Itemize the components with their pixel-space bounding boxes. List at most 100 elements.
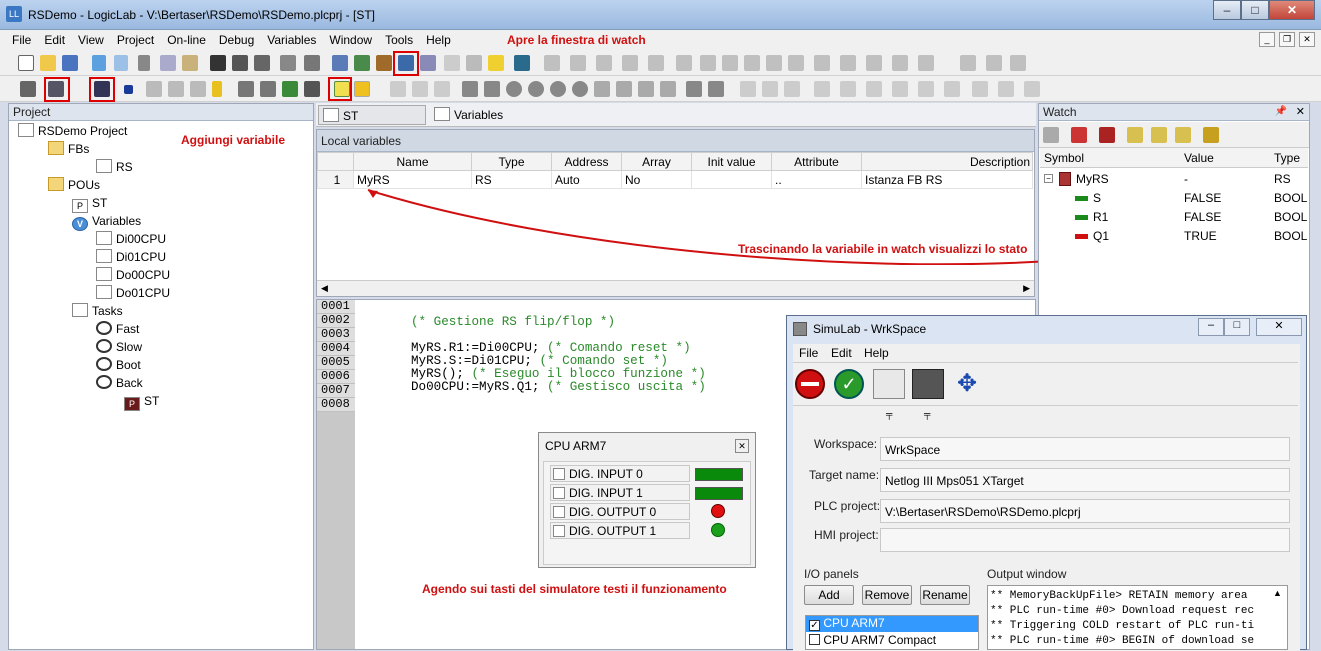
plc-project-field[interactable]: V:\Bertaser\RSDemo\RSDemo.plcprj xyxy=(880,499,1290,523)
watch-col-type[interactable]: Type xyxy=(1274,151,1300,165)
workspace-field[interactable]: WrkSpace xyxy=(880,437,1290,461)
simulab-minimize-button[interactable]: – xyxy=(1198,318,1224,336)
ladder-icon[interactable] xyxy=(596,55,612,71)
tree-task[interactable]: Fast xyxy=(96,321,139,337)
paste-icon[interactable] xyxy=(182,55,198,71)
debug-icon[interactable] xyxy=(238,81,254,97)
ladder-icon[interactable] xyxy=(766,55,782,71)
tree-back-st[interactable]: P ST xyxy=(124,393,159,411)
graph-icon[interactable] xyxy=(420,55,436,71)
output-window[interactable]: ** MemoryBackUpFile> RETAIN memory area … xyxy=(987,585,1288,650)
fullscreen-icon[interactable]: ✥ xyxy=(951,369,983,399)
block-icon[interactable] xyxy=(484,81,500,97)
io-row[interactable]: DIG. OUTPUT 0 xyxy=(550,503,690,520)
minimize-button[interactable]: – xyxy=(1213,0,1241,20)
menu-debug[interactable]: Debug xyxy=(219,33,254,47)
collapse-icon[interactable]: − xyxy=(1044,174,1053,183)
col-array[interactable]: Array xyxy=(621,152,692,171)
block-icon[interactable] xyxy=(462,81,478,97)
checkbox-icon[interactable] xyxy=(809,634,820,645)
ladder-icon[interactable] xyxy=(814,55,830,71)
debug-icon[interactable] xyxy=(282,81,298,97)
simulab-menu-help[interactable]: Help xyxy=(864,346,889,360)
sfc-icon[interactable] xyxy=(918,81,934,97)
lightning-icon[interactable] xyxy=(212,81,222,97)
sfc-icon[interactable] xyxy=(892,81,908,97)
tree-variables[interactable]: V Variables xyxy=(72,213,141,231)
block-icon[interactable] xyxy=(506,81,522,97)
ladder-icon[interactable] xyxy=(892,55,908,71)
remove-variable-icon[interactable] xyxy=(354,81,370,97)
tree-root[interactable]: RSDemo Project xyxy=(18,123,127,139)
menu-window[interactable]: Window xyxy=(329,33,372,47)
grid-icon[interactable] xyxy=(960,55,976,71)
sfc-icon[interactable] xyxy=(762,81,778,97)
redo-icon[interactable] xyxy=(114,55,128,71)
tree-fbs[interactable]: FBs xyxy=(48,141,89,157)
step-icon[interactable] xyxy=(168,81,184,97)
menu-edit[interactable]: Edit xyxy=(44,33,65,47)
pointer-icon[interactable] xyxy=(390,81,406,97)
zoom-icon[interactable] xyxy=(434,81,450,97)
tab-variables[interactable]: Variables xyxy=(432,105,532,125)
watch-tool-icon[interactable] xyxy=(1203,127,1219,143)
replace-icon[interactable] xyxy=(254,55,270,71)
stop-icon[interactable] xyxy=(124,85,133,94)
hmi-project-field[interactable] xyxy=(880,528,1290,552)
new-icon[interactable] xyxy=(18,55,34,71)
menu-file[interactable]: File xyxy=(12,33,31,47)
io-row[interactable]: DIG. INPUT 1 xyxy=(550,484,690,501)
col-name[interactable]: Name xyxy=(353,152,472,171)
note-icon[interactable] xyxy=(488,55,504,71)
block-icon[interactable] xyxy=(572,81,588,97)
tool-icon[interactable] xyxy=(466,55,482,71)
menu-variables[interactable]: Variables xyxy=(267,33,316,47)
menu-online[interactable]: On-line xyxy=(167,33,206,47)
io-button-icon[interactable] xyxy=(553,525,565,537)
ladder-icon[interactable] xyxy=(676,55,692,71)
undo-icon[interactable] xyxy=(92,55,106,71)
library-icon[interactable] xyxy=(376,55,392,71)
mdi-close-button[interactable]: ✕ xyxy=(1299,32,1315,47)
simulab-maximize-button[interactable]: □ xyxy=(1224,318,1250,336)
simulab-close-button[interactable]: ✕ xyxy=(1256,318,1302,336)
watch-row[interactable]: R1 FALSE BOOL xyxy=(1044,210,1308,228)
block-icon[interactable] xyxy=(638,81,654,97)
tree-var[interactable]: Do00CPU xyxy=(96,267,170,283)
ladder-icon[interactable] xyxy=(866,55,882,71)
checkbox-checked-icon[interactable]: ✓ xyxy=(809,620,820,631)
tree-var[interactable]: Do01CPU xyxy=(96,285,170,301)
mdi-restore-button[interactable]: ❐ xyxy=(1279,32,1295,47)
open-icon[interactable] xyxy=(40,55,56,71)
tree-pous[interactable]: POUs xyxy=(48,177,100,193)
watch-row[interactable]: Q1 TRUE BOOL xyxy=(1044,229,1308,247)
sfc-icon[interactable] xyxy=(784,81,800,97)
watch-row[interactable]: − MyRS - RS xyxy=(1044,172,1308,190)
debug-icon[interactable] xyxy=(260,81,276,97)
compile-icon[interactable] xyxy=(20,81,36,97)
block-icon[interactable] xyxy=(550,81,566,97)
watch-row[interactable]: S FALSE BOOL xyxy=(1044,191,1308,209)
ladder-icon[interactable] xyxy=(986,55,1002,71)
watch-tool-icon[interactable] xyxy=(1099,127,1115,143)
watch-tool-icon[interactable] xyxy=(1151,127,1167,143)
project-window-icon[interactable] xyxy=(332,55,348,71)
io-panel-icon[interactable] xyxy=(912,369,944,399)
rename-button[interactable]: Rename xyxy=(920,585,970,605)
list-item[interactable]: CPU ARM7 Compact xyxy=(806,633,978,649)
ladder-icon[interactable] xyxy=(544,55,560,71)
io-row[interactable]: DIG. INPUT 0 xyxy=(550,465,690,482)
mdi-minimize-button[interactable]: _ xyxy=(1259,32,1275,47)
sfc-icon[interactable] xyxy=(866,81,882,97)
block-icon[interactable] xyxy=(594,81,610,97)
tree-tasks[interactable]: Tasks xyxy=(72,303,123,319)
scroll-up-icon[interactable]: ▲ xyxy=(1273,588,1282,598)
ladder-icon[interactable] xyxy=(648,55,664,71)
maximize-button[interactable]: □ xyxy=(1241,0,1269,20)
col-description[interactable]: Description xyxy=(861,152,1033,171)
menu-view[interactable]: View xyxy=(78,33,104,47)
save-icon[interactable] xyxy=(62,55,78,71)
sfc-icon[interactable] xyxy=(840,81,856,97)
tree-task[interactable]: Back xyxy=(96,375,143,391)
tree-pou-st[interactable]: P ST xyxy=(72,195,107,213)
